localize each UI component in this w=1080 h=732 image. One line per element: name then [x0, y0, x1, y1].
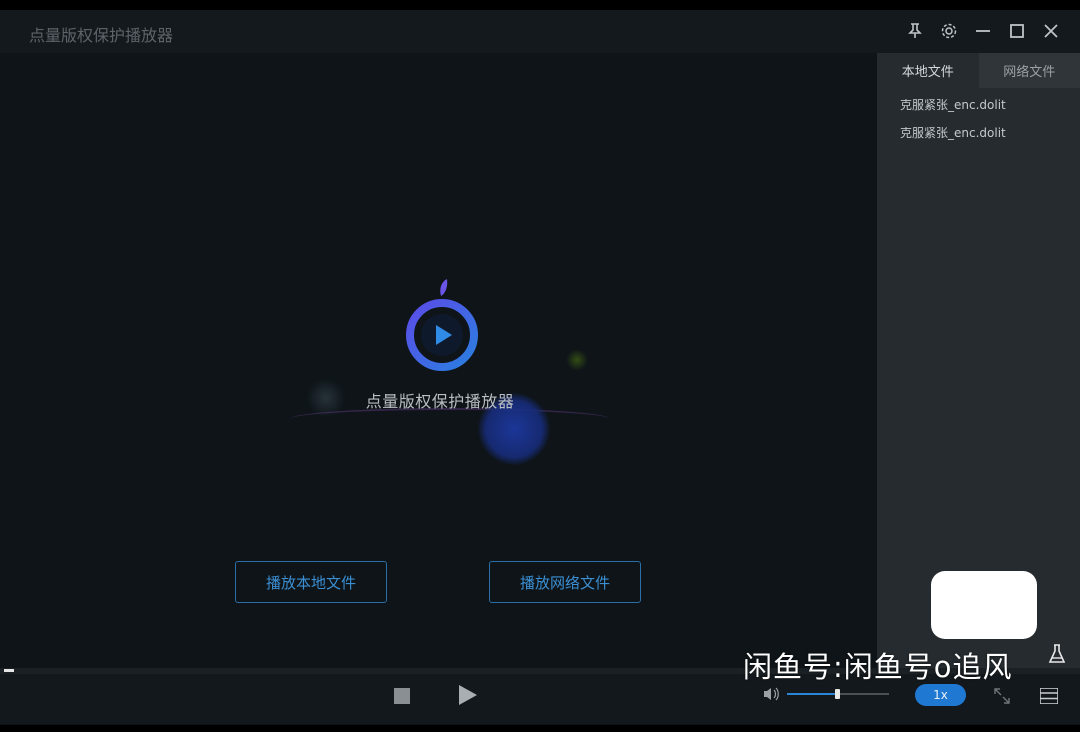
- playlist-icon[interactable]: [1039, 686, 1059, 706]
- volume-icon[interactable]: [762, 686, 780, 702]
- play-local-file-button[interactable]: 播放本地文件: [235, 561, 387, 603]
- logo-title: 点量版权保护播放器: [365, 392, 515, 411]
- play-icon[interactable]: [456, 682, 480, 708]
- close-icon[interactable]: [1040, 20, 1062, 42]
- volume-slider-fill: [787, 693, 838, 695]
- tab-local-files[interactable]: 本地文件: [877, 53, 979, 88]
- watermark-text: 闲鱼号:闲鱼号o追风: [743, 650, 1013, 684]
- app-title: 点量版权保护播放器: [29, 26, 174, 45]
- title-bar: 点量版权保护播放器: [0, 10, 1080, 53]
- list-item[interactable]: 克服紧张_enc.dolit: [877, 119, 1080, 147]
- progress-handle[interactable]: [4, 669, 14, 672]
- watermark-logo: [931, 571, 1037, 639]
- decorative-glow: [566, 349, 588, 371]
- minimize-icon[interactable]: [972, 20, 994, 42]
- pin-icon[interactable]: [904, 20, 926, 42]
- play-network-file-button[interactable]: 播放网络文件: [489, 561, 641, 603]
- app-logo-icon: [406, 279, 478, 371]
- video-area[interactable]: 点量版权保护播放器 播放本地文件 播放网络文件: [0, 53, 877, 668]
- flask-icon[interactable]: [1048, 644, 1066, 664]
- playback-speed-button[interactable]: 1x: [915, 684, 966, 706]
- gear-icon[interactable]: [938, 20, 960, 42]
- stop-icon[interactable]: [392, 686, 412, 706]
- tab-network-files[interactable]: 网络文件: [978, 53, 1080, 88]
- volume-slider-handle[interactable]: [835, 689, 840, 699]
- player-window: 点量版权保护播放器 点量版权保护播放器 播放本地文件 播放网络文件 本地文件 网…: [0, 10, 1080, 725]
- fullscreen-icon[interactable]: [992, 686, 1012, 706]
- list-item[interactable]: 克服紧张_enc.dolit: [877, 91, 1080, 119]
- maximize-icon[interactable]: [1006, 20, 1028, 42]
